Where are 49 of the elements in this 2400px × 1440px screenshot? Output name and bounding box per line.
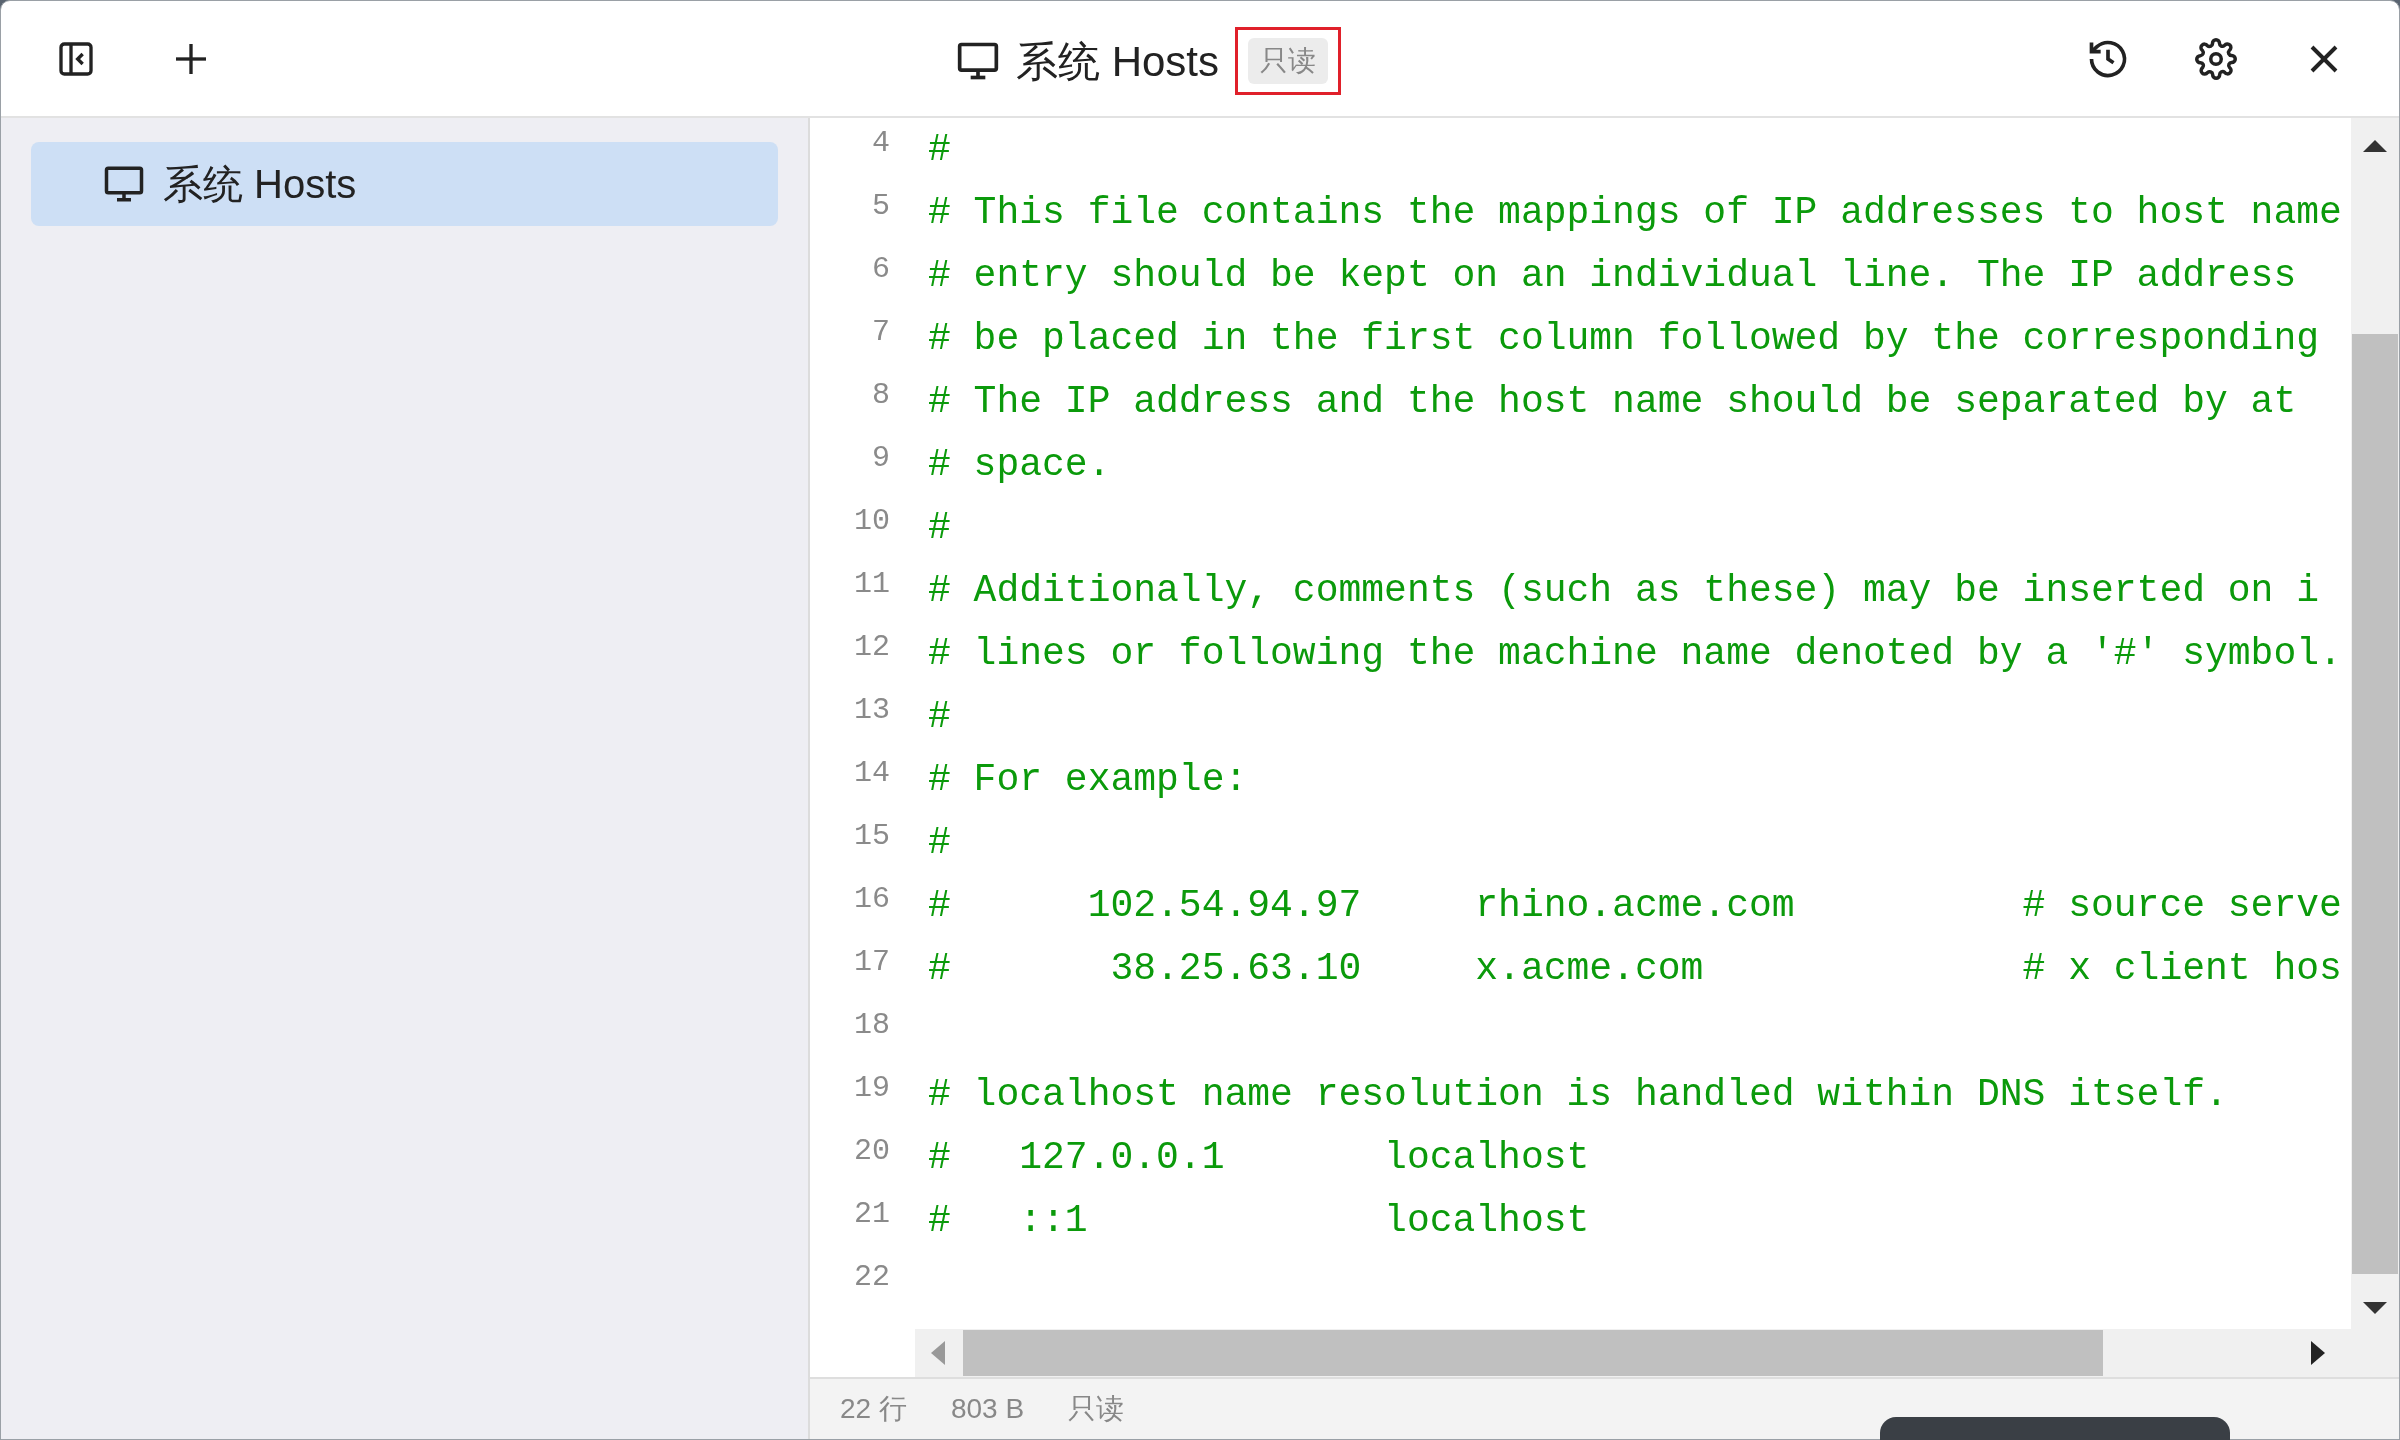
- code-line: # be placed in the first column followed by the corresponding: [928, 316, 2320, 362]
- code-line: # localhost name resolution is handled within DNS itself.: [928, 1072, 2228, 1118]
- scroll-down-arrow-icon: [2363, 1300, 2387, 1316]
- code-line: # entry should be kept on an individual line. The IP address: [928, 253, 2297, 299]
- line-number: 9: [871, 440, 890, 477]
- read-only-badge: 只读: [1248, 38, 1329, 84]
- line-number: 22: [853, 1259, 890, 1296]
- line-number: 8: [871, 377, 890, 414]
- line-number: 5: [871, 188, 890, 225]
- line-number: 13: [853, 692, 890, 729]
- line-number: 10: [853, 503, 890, 540]
- code-line: # The IP address and the host name should be separated by at: [928, 379, 2297, 425]
- code-line: #: [928, 820, 951, 866]
- line-number: 7: [871, 314, 890, 351]
- settings-icon: [2195, 37, 2237, 80]
- line-number: 19: [853, 1070, 890, 1107]
- status-text: 22 行: [840, 1392, 907, 1426]
- status-text: 只读: [1068, 1392, 1125, 1426]
- status-text: 803 B: [950, 1392, 1025, 1426]
- line-number: 20: [853, 1133, 890, 1170]
- line-number: 14: [853, 755, 890, 792]
- code-line: # space.: [928, 442, 1111, 488]
- code-line: #: [928, 505, 951, 551]
- code-line: # 127.0.0.1 localhost: [928, 1135, 1590, 1181]
- code-line: # For example:: [928, 757, 1248, 803]
- line-number: 16: [853, 881, 890, 918]
- scroll-up-arrow-icon: [2363, 138, 2387, 154]
- sidebar-item[interactable]: 系统 Hosts: [31, 142, 778, 226]
- scrollbar-thumb[interactable]: [2352, 334, 2398, 1274]
- code-line: # This file contains the mappings of IP addresses to host name: [928, 190, 2342, 236]
- code-line: # 38.25.63.10 x.acme.com # x client hos: [928, 946, 2342, 992]
- code-line: #: [928, 127, 951, 173]
- code-line: # 102.54.94.97 rhino.acme.com # source serve: [928, 883, 2342, 929]
- horizontal-scrollbar[interactable]: [915, 1329, 2351, 1377]
- line-number: 15: [853, 818, 890, 855]
- code-line: #: [928, 694, 951, 740]
- vertical-scrollbar[interactable]: [2351, 118, 2399, 1377]
- line-number: 18: [853, 1007, 890, 1044]
- scrollbar-thumb[interactable]: [963, 1330, 2103, 1376]
- line-number: 4: [871, 125, 890, 162]
- line-number: 12: [853, 629, 890, 666]
- code-line: # Additionally, comments (such as these) may be inserted on i: [928, 568, 2320, 614]
- code-line: # lines or following the machine name denoted by a '#' symbol.: [928, 631, 2342, 677]
- line-number: 11: [853, 566, 890, 603]
- line-number: 21: [853, 1196, 890, 1233]
- code-line: # ::1 localhost: [928, 1198, 1590, 1244]
- line-number: 6: [871, 251, 890, 288]
- line-number: 17: [853, 944, 890, 981]
- window-title: 系统 Hosts: [1016, 36, 1220, 87]
